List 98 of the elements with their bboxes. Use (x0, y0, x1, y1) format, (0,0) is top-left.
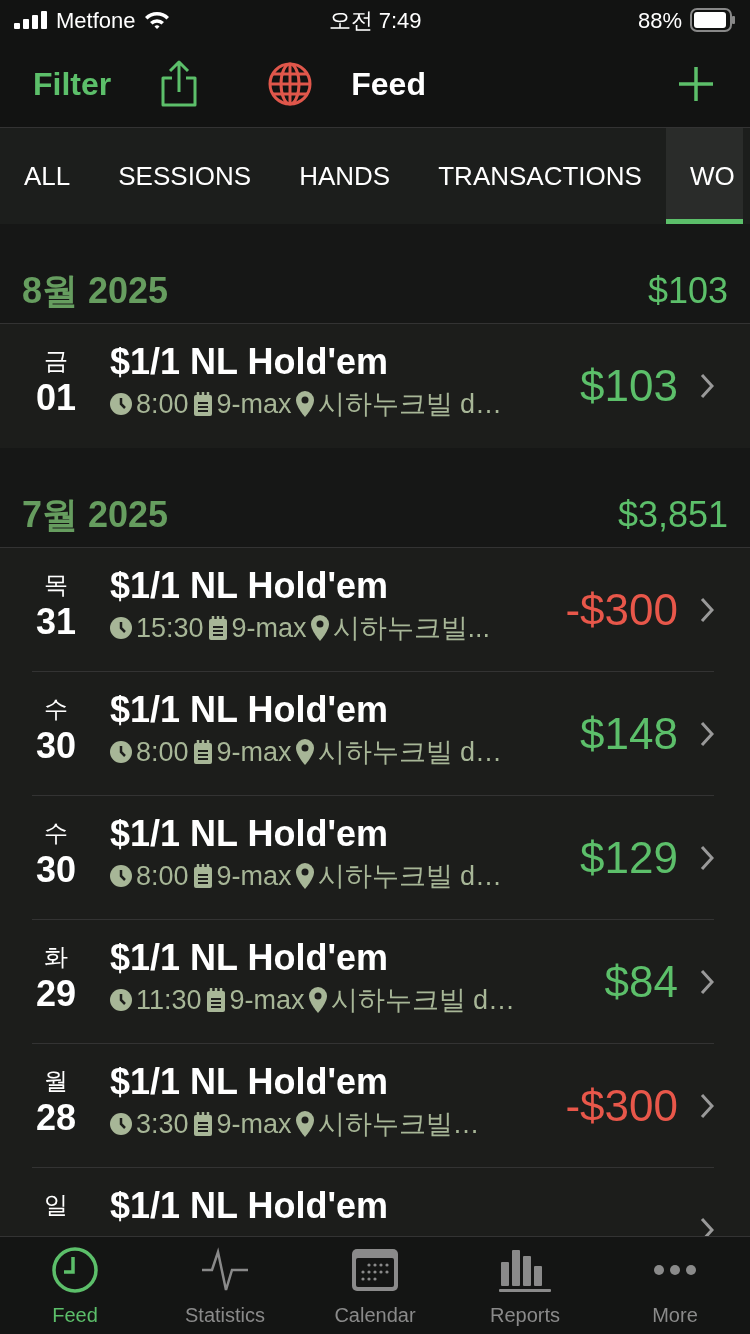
session-title: $1/1 NL Hold'em (110, 812, 389, 856)
day-number: 29 (35, 974, 76, 1014)
location-pin-icon (308, 987, 327, 1013)
notepad-icon (192, 740, 213, 764)
session-result: $103 (580, 360, 678, 412)
session-title: $1/1 NL Hold'em (110, 340, 389, 384)
globe-icon[interactable] (267, 60, 314, 107)
location-pin-icon (295, 1111, 314, 1137)
day-number: 01 (35, 378, 76, 418)
session-time: 3:30 (136, 1108, 189, 1141)
category-tab[interactable]: TRANSACTIONS (414, 128, 666, 224)
chevron-icon (700, 844, 714, 871)
location-pin-icon (295, 739, 314, 765)
session-location: 시하누크빌 d… (317, 860, 503, 893)
session-location: 시하누크빌... (332, 612, 491, 645)
clock-icon (110, 865, 132, 887)
clock-icon (110, 393, 132, 415)
chevron-icon (700, 373, 714, 399)
session-title: $1/1 NL Hold'em (110, 688, 389, 732)
category-tab[interactable]: WO (665, 128, 743, 224)
filter-button[interactable]: Filter (33, 59, 112, 108)
weekday-label: 목 (44, 570, 68, 600)
session-time: 8:00 (136, 860, 189, 893)
session-title: $1/1 NL Hold'em (110, 1060, 389, 1104)
tab-bar-item[interactable]: Feed (0, 1237, 150, 1334)
day-number: 30 (35, 726, 76, 766)
more-icon (653, 1264, 697, 1276)
session-result: -$300 (565, 583, 678, 636)
month-total: $3,851 (617, 492, 728, 537)
location-pin-icon (295, 863, 314, 889)
battery-icon (690, 8, 736, 32)
weekday-label: 월 (44, 1066, 68, 1096)
battery-percent: 88% (637, 6, 682, 35)
wifi-icon (143, 10, 170, 30)
session-location: 시하누크빌 d… (317, 388, 503, 421)
add-icon[interactable] (677, 64, 715, 103)
month-header: 8월 2025 (22, 268, 169, 313)
session-title: $1/1 NL Hold'em (110, 1184, 389, 1228)
category-tab[interactable]: HANDS (275, 128, 415, 224)
notepad-icon (192, 1112, 213, 1136)
session-result: $148 (580, 707, 678, 760)
chevron-icon (700, 1092, 714, 1119)
location-pin-icon (310, 615, 329, 641)
clock-icon (110, 989, 132, 1011)
bar-chart-icon (499, 1248, 551, 1292)
calendar-icon (351, 1248, 399, 1292)
month-total: $103 (647, 268, 728, 313)
clock-icon (110, 741, 132, 763)
weekday-label: 금 (44, 346, 68, 376)
session-time: 8:00 (136, 388, 189, 421)
session-time: 15:30 (136, 612, 204, 645)
signal-icon (14, 11, 48, 29)
tab-bar-item[interactable]: Reports (450, 1237, 600, 1334)
day-number: 28 (35, 1098, 76, 1138)
chevron-icon (700, 1217, 714, 1236)
table-size: 9-max (216, 388, 292, 421)
table-size: 9-max (216, 736, 292, 769)
day-number: 30 (35, 850, 76, 890)
notepad-icon (192, 864, 213, 888)
session-location: 시하누크빌 d… (317, 736, 503, 769)
tab-bar-item[interactable]: More (600, 1237, 750, 1334)
weekday-label: 화 (44, 942, 68, 972)
session-time: 8:00 (136, 736, 189, 769)
tab-bar-item[interactable]: Calendar (300, 1237, 450, 1334)
session-result: -$300 (565, 1079, 678, 1132)
table-size: 9-max (229, 984, 305, 1017)
notepad-icon (205, 988, 226, 1012)
chevron-icon (700, 720, 714, 747)
session-result: $129 (580, 831, 678, 884)
table-size: 9-max (216, 1108, 292, 1141)
weekday-label: 일 (44, 1190, 68, 1220)
table-size: 9-max (231, 612, 307, 645)
location-pin-icon (295, 391, 314, 417)
table-size: 9-max (216, 860, 292, 893)
chevron-icon (700, 968, 714, 995)
category-tab[interactable]: SESSIONS (94, 128, 276, 224)
clock-icon (110, 1113, 132, 1135)
session-time: 11:30 (136, 984, 202, 1017)
notepad-icon (192, 392, 213, 416)
clock-icon (51, 1246, 99, 1294)
session-title: $1/1 NL Hold'em (110, 564, 389, 608)
session-title: $1/1 NL Hold'em (110, 936, 389, 980)
month-header: 7월 2025 (22, 492, 169, 537)
share-icon[interactable] (159, 59, 200, 108)
category-tab[interactable]: ALL (0, 128, 95, 224)
screen-title: Feed (351, 64, 426, 104)
carrier-name: Metfone (56, 6, 136, 35)
status-time: 오전 7:49 (328, 6, 422, 35)
notepad-icon (207, 616, 228, 640)
tab-bar-item[interactable]: Statistics (150, 1237, 300, 1334)
weekday-label: 수 (44, 694, 68, 724)
clock-icon (110, 617, 132, 639)
session-location: 시하누크빌 d… (330, 984, 516, 1017)
session-result: $84 (604, 955, 678, 1008)
session-location: 시하누크빌… (317, 1108, 480, 1141)
chevron-icon (700, 596, 714, 623)
weekday-label: 수 (44, 818, 68, 848)
day-number: 31 (35, 602, 76, 642)
